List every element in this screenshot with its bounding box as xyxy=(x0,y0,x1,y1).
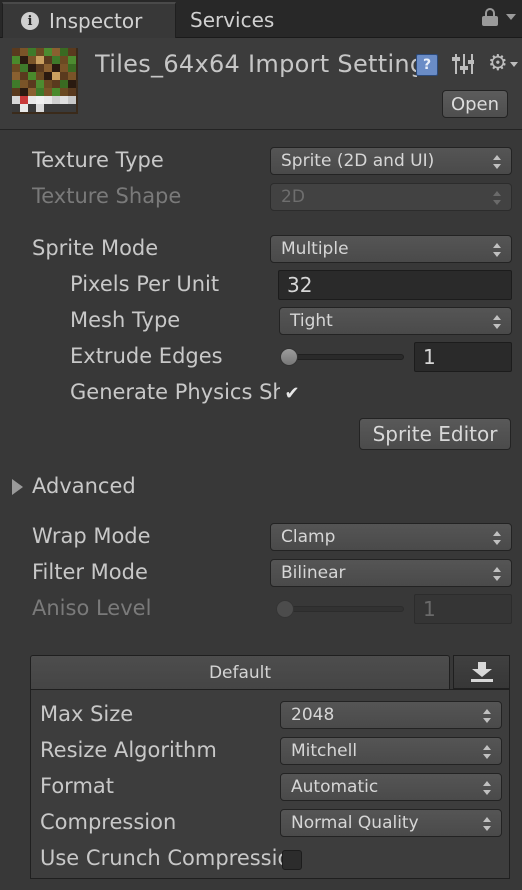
extrude-edges-slider-track[interactable] xyxy=(282,354,404,360)
compression-label: Compression xyxy=(40,810,177,834)
advanced-foldout-label[interactable]: Advanced xyxy=(32,474,136,498)
filter-mode-label: Filter Mode xyxy=(32,560,148,584)
dropdown-arrows-icon xyxy=(493,531,501,545)
platform-tab-default[interactable]: Default xyxy=(30,655,450,689)
asset-title: Tiles_64x64 Import Settings xyxy=(95,50,417,78)
filter-mode-value: Bilinear xyxy=(281,563,346,583)
dropdown-arrows-icon xyxy=(483,745,491,759)
gear-dropdown-icon[interactable] xyxy=(510,62,518,67)
extrude-edges-label: Extrude Edges xyxy=(70,344,223,368)
preset-sliders-icon[interactable] xyxy=(452,52,474,76)
texture-type-value: Sprite (2D and UI) xyxy=(281,151,435,171)
texture-shape-label: Texture Shape xyxy=(32,184,182,208)
sprite-mode-value: Multiple xyxy=(281,239,349,259)
texture-shape-value: 2D xyxy=(281,187,305,207)
tab-tools xyxy=(482,8,516,26)
open-button[interactable]: Open xyxy=(442,90,508,118)
mesh-type-dropdown[interactable]: Tight xyxy=(279,307,512,335)
texture-type-label: Texture Type xyxy=(32,148,164,172)
compression-dropdown[interactable]: Normal Quality xyxy=(280,809,502,837)
extrude-edges-slider-thumb[interactable] xyxy=(280,348,298,366)
sprite-editor-button[interactable]: Sprite Editor xyxy=(359,418,511,450)
help-icon[interactable]: ? xyxy=(416,54,438,76)
sprite-mode-label: Sprite Mode xyxy=(32,236,159,260)
resize-algorithm-label: Resize Algorithm xyxy=(40,738,217,762)
format-value: Automatic xyxy=(291,777,379,797)
compression-value: Normal Quality xyxy=(291,813,419,833)
max-size-dropdown[interactable]: 2048 xyxy=(280,701,502,729)
aniso-level-label: Aniso Level xyxy=(32,596,152,620)
platform-tabs: Default xyxy=(30,655,510,689)
info-icon: i xyxy=(21,12,39,30)
max-size-value: 2048 xyxy=(291,705,335,725)
max-size-label: Max Size xyxy=(40,702,134,726)
mesh-type-value: Tight xyxy=(290,311,333,331)
tab-services[interactable]: Services xyxy=(190,2,274,38)
texture-thumbnail xyxy=(12,48,78,114)
download-icon xyxy=(470,662,493,682)
resize-algorithm-dropdown[interactable]: Mitchell xyxy=(280,737,502,765)
wrap-mode-dropdown[interactable]: Clamp xyxy=(270,523,512,551)
texture-type-dropdown[interactable]: Sprite (2D and UI) xyxy=(270,147,512,175)
mesh-type-label: Mesh Type xyxy=(70,308,181,332)
aniso-level-slider-thumb xyxy=(276,600,294,618)
dropdown-arrows-icon xyxy=(493,315,501,329)
window-tab-bar: i Inspector Services xyxy=(0,0,522,38)
gear-icon[interactable]: ⚙ xyxy=(488,51,508,76)
aniso-level-slider-track xyxy=(278,606,404,612)
platform-tab-download[interactable] xyxy=(453,655,510,689)
dropdown-arrows-icon xyxy=(493,155,501,169)
checkmark-icon: ✔ xyxy=(284,383,300,404)
use-crunch-compression-checkbox[interactable] xyxy=(282,850,302,870)
tab-inspector-label: Inspector xyxy=(49,9,143,33)
wrap-mode-value: Clamp xyxy=(281,527,336,547)
use-crunch-compression-label: Use Crunch Compression xyxy=(40,846,282,870)
pixels-per-unit-label: Pixels Per Unit xyxy=(70,272,220,296)
filter-mode-dropdown[interactable]: Bilinear xyxy=(270,559,512,587)
aniso-level-input: 1 xyxy=(414,594,512,624)
pixels-per-unit-input[interactable]: 32 xyxy=(278,270,512,300)
extrude-edges-input[interactable]: 1 xyxy=(414,342,512,372)
format-label: Format xyxy=(40,774,115,798)
sprite-mode-dropdown[interactable]: Multiple xyxy=(270,235,512,263)
dropdown-arrows-icon xyxy=(483,781,491,795)
tab-inspector[interactable]: i Inspector xyxy=(2,2,176,38)
dropdown-arrows-icon xyxy=(493,191,501,205)
wrap-mode-label: Wrap Mode xyxy=(32,524,151,548)
generate-physics-shape-label: Generate Physics Shape xyxy=(70,380,280,404)
resize-algorithm-value: Mitchell xyxy=(291,741,358,761)
generate-physics-shape-checkbox[interactable]: ✔ xyxy=(282,384,302,404)
texture-shape-dropdown: 2D xyxy=(270,183,512,211)
dropdown-arrows-icon xyxy=(483,817,491,831)
lock-icon[interactable] xyxy=(482,8,498,26)
dropdown-arrows-icon xyxy=(493,243,501,257)
dropdown-arrows-icon xyxy=(493,567,501,581)
advanced-foldout-arrow-icon[interactable] xyxy=(12,479,23,495)
window-menu-icon[interactable] xyxy=(506,14,516,20)
tab-services-label: Services xyxy=(190,8,275,32)
format-dropdown[interactable]: Automatic xyxy=(280,773,502,801)
dropdown-arrows-icon xyxy=(483,709,491,723)
asset-header: Tiles_64x64 Import Settings ? ⚙ Open xyxy=(0,38,522,130)
